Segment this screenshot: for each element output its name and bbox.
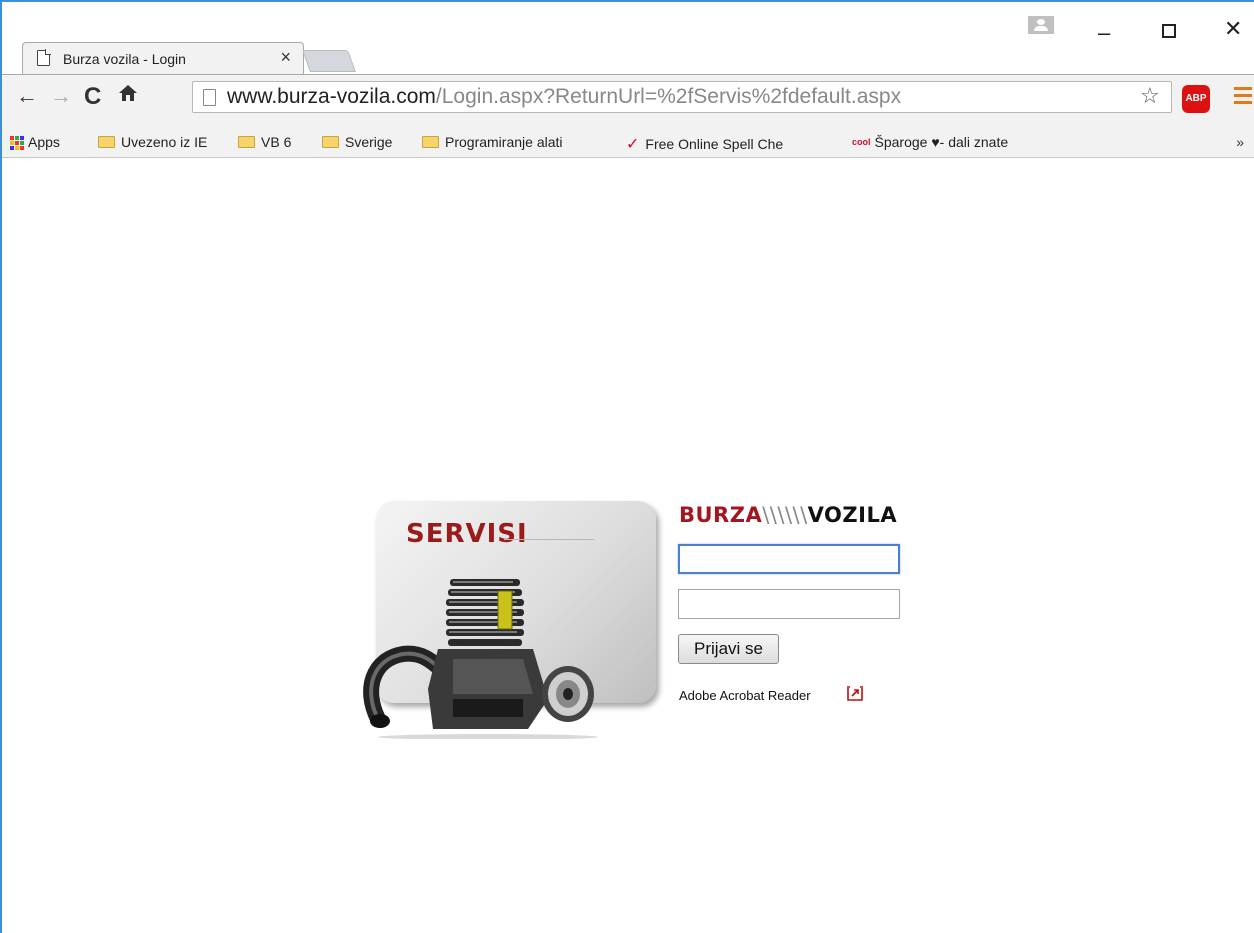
adobe-acrobat-link[interactable]: Adobe Acrobat Reader — [679, 688, 811, 703]
maximize-button[interactable] — [1162, 24, 1176, 38]
more-bookmarks-chevron-icon[interactable]: » — [1236, 134, 1244, 150]
bookmark-programiranje-alati[interactable]: Programiranje alati — [422, 134, 563, 150]
apps-grid-icon — [10, 136, 24, 150]
bookmark-uvezeno-iz-ie[interactable]: Uvezeno iz IE — [98, 134, 207, 150]
bookmarks-bar: Apps Uvezeno iz IE VB 6 Sverige Programi… — [2, 130, 1254, 158]
password-input[interactable] — [678, 589, 900, 619]
house-icon — [119, 85, 137, 101]
login-button[interactable]: Prijavi se — [678, 634, 779, 664]
bookmark-sverige[interactable]: Sverige — [322, 134, 392, 150]
card-title: SERVISI — [406, 519, 528, 549]
adblock-plus-icon[interactable]: ABP — [1182, 85, 1210, 113]
bookmark-vb6[interactable]: VB 6 — [238, 134, 291, 150]
folder-icon — [98, 136, 115, 148]
bookmark-label: VB 6 — [261, 134, 292, 150]
page-icon — [203, 89, 216, 106]
folder-icon — [238, 136, 255, 148]
bookmark-apps[interactable]: Apps — [6, 134, 60, 150]
reload-icon[interactable]: C — [84, 83, 101, 111]
folder-icon — [322, 136, 339, 148]
url-path: /Login.aspx?ReturnUrl=%2fServis%2fdefaul… — [435, 85, 902, 108]
new-tab-button[interactable] — [301, 50, 357, 72]
url-text: www.burza-vozila.com/Login.aspx?ReturnUr… — [227, 85, 901, 109]
browser-toolbar: ← → C www.burza-vozila.com/Login.aspx?Re… — [2, 74, 1254, 130]
burza-vozila-logo: BURZA\\\\\\VOZILA — [679, 503, 897, 527]
user-profile-icon[interactable] — [1028, 16, 1054, 34]
bookmark-label: Apps — [28, 134, 60, 150]
url-host: www.burza-vozila.com — [227, 85, 436, 108]
checkmark-icon: ✓ — [626, 136, 640, 153]
logo-separator: \\\\\\ — [762, 503, 808, 527]
bookmark-free-online-spell-checker[interactable]: ✓ Free Online Spell Che — [626, 134, 836, 154]
title-bar: Burza vozila - Login × – ✕ — [2, 2, 1254, 74]
bookmark-label: Programiranje alati — [445, 134, 563, 150]
forward-icon[interactable]: → — [50, 83, 72, 109]
cool-icon: cool — [852, 137, 871, 147]
menu-icon[interactable] — [1234, 87, 1252, 107]
bookmark-label: Uvezeno iz IE — [121, 134, 208, 150]
page-content: SERVISI BURZA\\\\\\VOZILA Prijavi se Ado… — [2, 159, 1254, 933]
engine-illustration — [363, 579, 598, 739]
username-input[interactable] — [678, 544, 900, 574]
bookmark-label: Free Online Spell Che — [645, 136, 784, 152]
folder-icon — [422, 136, 439, 148]
tab-title: Burza vozila - Login — [63, 51, 186, 67]
bookmark-label: Šparoge ♥- dali znate — [874, 134, 1009, 150]
minimize-button[interactable]: – — [1098, 20, 1110, 46]
close-window-button[interactable]: ✕ — [1224, 16, 1242, 42]
tab-burza-login[interactable]: Burza vozila - Login × — [22, 42, 304, 74]
logo-vozila: VOZILA — [807, 503, 898, 527]
logo-burza: BURZA — [679, 503, 763, 527]
bookmark-star-icon[interactable]: ☆ — [1140, 83, 1160, 109]
page-icon — [37, 50, 50, 66]
tab-close-icon[interactable]: × — [280, 47, 291, 68]
bookmark-sparoge[interactable]: cool Šparoge ♥- dali znate — [852, 134, 1052, 150]
divider — [504, 539, 594, 540]
address-bar[interactable]: www.burza-vozila.com/Login.aspx?ReturnUr… — [192, 81, 1172, 113]
back-icon[interactable]: ← — [16, 83, 38, 109]
home-icon[interactable] — [118, 83, 138, 109]
browser-window: Burza vozila - Login × – ✕ ← → C www.bur… — [0, 0, 1254, 933]
bookmark-label: Sverige — [345, 134, 393, 150]
pdf-download-icon[interactable] — [846, 686, 864, 702]
